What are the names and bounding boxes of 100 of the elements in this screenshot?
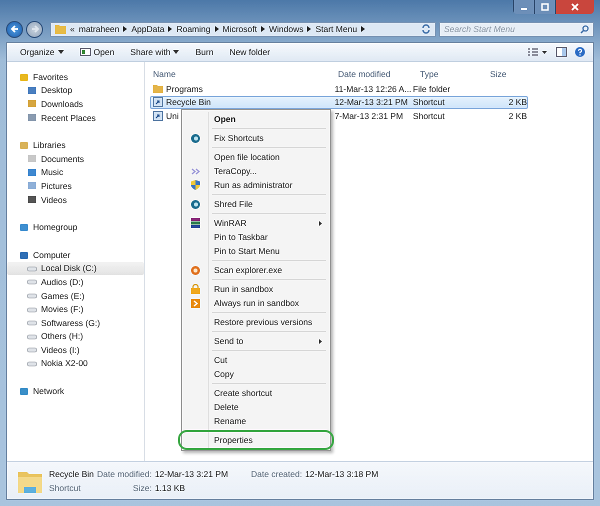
breadcrumb[interactable]: AppData (131, 24, 164, 34)
nav-item[interactable]: Downloads (7, 97, 144, 111)
table-cell-text: Shortcut (412, 110, 446, 121)
menu-item[interactable]: Pin to Start Menu (184, 244, 328, 258)
nav-item[interactable]: Libraries (7, 138, 144, 152)
nav-item[interactable]: Network (7, 384, 144, 398)
menu-item[interactable]: Shred File (184, 197, 328, 211)
nav-item[interactable]: Softwaress (G:) (7, 316, 144, 330)
column-header[interactable]: Size (482, 68, 527, 78)
breadcrumb[interactable]: « (70, 24, 75, 34)
field-value: 12-Mar-13 3:21 PM (154, 468, 230, 478)
file-name: Recycle Bin (166, 97, 211, 108)
nav-item[interactable]: Pictures (7, 179, 144, 193)
close-button[interactable] (555, 0, 594, 14)
menu-item[interactable]: TeraCopy... (184, 164, 328, 178)
breadcrumb[interactable]: Windows (268, 24, 304, 34)
menu-item[interactable]: Run as administrator (184, 178, 328, 192)
arrow-icon (190, 298, 200, 308)
shortcut-icon (153, 97, 163, 108)
toolbar-button[interactable]: Open (76, 47, 118, 57)
forward-button[interactable] (26, 20, 43, 38)
chevron-icon (260, 26, 265, 32)
file-row[interactable]: Recycle Bin 12-Mar-13 3:21 PM Shortcut 2 KB (150, 96, 528, 109)
field-value: 1.13 KB (154, 482, 186, 492)
breadcrumb[interactable]: matraheen (78, 24, 120, 34)
nav-item[interactable]: Desktop (7, 84, 144, 98)
preview-pane-icon[interactable] (556, 47, 567, 57)
menu-item[interactable]: Pin to Taskbar (184, 230, 328, 244)
menu-item[interactable]: Cut (184, 353, 328, 367)
menu-item[interactable]: Create shortcut (184, 386, 328, 400)
breadcrumb[interactable]: Start Menu (315, 24, 358, 34)
menu-item[interactable]: Rename (184, 414, 328, 428)
chevron-icon (168, 26, 172, 32)
file-name: Recycle Bin (49, 468, 91, 478)
address-bar[interactable]: « matraheen AppData Roaming Microsoft Windows Start Menu (50, 22, 436, 36)
toolbar-button[interactable]: Share with (126, 47, 184, 57)
menu-item[interactable]: Delete (184, 400, 328, 414)
toolbar-button[interactable]: New folder (225, 47, 274, 57)
table-cell-text: File folder (412, 84, 452, 94)
nav-item[interactable]: Videos (I:) (7, 343, 144, 357)
menu-item[interactable]: Restore previous versions (184, 315, 328, 329)
nav-item[interactable]: Nokia X2-00 (7, 356, 144, 370)
breadcrumb[interactable]: Microsoft (222, 24, 257, 34)
nav-item[interactable]: Favorites (7, 70, 144, 84)
field-label: Date created: (251, 468, 302, 478)
submenu-arrow-icon (319, 220, 322, 226)
maximize-icon (541, 3, 549, 11)
table-cell-text: 7-Mar-13 2:31 PM (334, 110, 404, 121)
column-header[interactable]: Date modified (330, 68, 412, 78)
nav-group-icon (19, 386, 29, 396)
scan-icon (190, 266, 200, 274)
help-icon[interactable] (575, 47, 585, 57)
minimize-button[interactable] (513, 0, 534, 14)
menu-item[interactable]: Scan explorer.exe (184, 263, 328, 277)
search-field[interactable]: Search Start Menu (439, 22, 594, 36)
nav-group-icon (19, 250, 29, 260)
nav-item[interactable]: Games (E:) (7, 288, 144, 302)
menu-item[interactable]: Send to (184, 334, 328, 348)
file-name: Programs (166, 84, 203, 94)
disc-icon (190, 134, 200, 142)
column-header[interactable]: Name (145, 68, 330, 78)
table-cell-text: Shortcut (412, 97, 446, 108)
nav-item[interactable]: Videos (7, 192, 144, 206)
chevron-icon (361, 26, 366, 32)
nav-item[interactable]: Audios (D:) (7, 275, 144, 289)
refresh-icon[interactable] (421, 24, 431, 34)
shortcut-icon (153, 110, 163, 121)
column-header[interactable]: Type (412, 68, 482, 78)
nav-item[interactable]: Recent Places (7, 110, 144, 124)
nav-item[interactable]: Computer (7, 248, 144, 262)
menu-item[interactable]: Fix Shortcuts (184, 131, 328, 145)
search-input[interactable]: Search Start Menu (444, 24, 580, 34)
menu-item[interactable]: Copy (184, 367, 328, 381)
nav-item[interactable]: Documents (7, 152, 144, 166)
nav-group-icon (19, 140, 29, 150)
nav-item[interactable]: Movies (F:) (7, 302, 144, 316)
maximize-button[interactable] (534, 0, 555, 14)
table-cell: 2 KB (508, 110, 527, 121)
toolbar-button[interactable]: Organize (16, 47, 68, 57)
menu-item[interactable]: Run in sandbox (184, 282, 328, 296)
close-icon (571, 3, 579, 11)
double-chevron-icon (190, 168, 200, 174)
menu-item[interactable]: Always run in sandbox (184, 296, 328, 310)
back-button[interactable] (6, 20, 23, 38)
breadcrumb[interactable]: Roaming (176, 24, 210, 34)
nav-item[interactable]: Homegroup (7, 220, 144, 234)
menu-item[interactable]: Properties (181, 433, 331, 447)
nav-item[interactable]: Local Disk (C:) (7, 262, 144, 276)
nav-item[interactable]: Others (H:) (7, 330, 144, 344)
menu-item[interactable]: Open file location (184, 150, 328, 164)
toolbar-button[interactable]: Burn (191, 47, 218, 57)
table-cell: 2 KB (508, 97, 527, 108)
menu-item[interactable]: WinRAR (184, 216, 328, 230)
lock-icon (190, 284, 200, 294)
nav-group-icon (19, 222, 29, 232)
caret-icon (58, 50, 64, 54)
menu-item[interactable]: Open (184, 112, 328, 126)
submenu-arrow-icon (319, 338, 322, 344)
view-options-icon[interactable] (528, 48, 548, 56)
nav-item[interactable]: Music (7, 166, 144, 180)
